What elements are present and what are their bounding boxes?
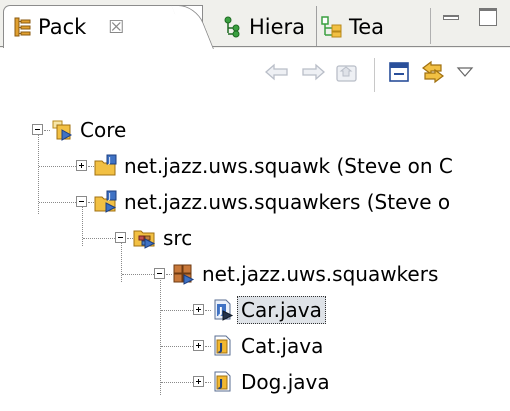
svg-text:J: J	[218, 306, 223, 317]
tree-item-label: Car.java	[237, 296, 326, 324]
collapse-toggle[interactable]	[154, 268, 165, 279]
tab-package-explorer-label: Pack	[38, 15, 87, 39]
tab-package-explorer[interactable]: Pack ☒	[3, 5, 203, 48]
package-explorer-icon	[14, 17, 32, 37]
tab-divider	[430, 8, 431, 44]
tree-item-java-file[interactable]: J Cat.java	[0, 328, 510, 364]
collapse-toggle[interactable]	[32, 124, 43, 135]
package-tree: Core J net.jazz.uws.squawk (Steve on C J…	[0, 104, 510, 411]
view-tab-strip: Pack ☒ Hiera Tea	[0, 0, 510, 48]
forward-arrow-icon	[300, 63, 326, 85]
tree-item-package[interactable]: net.jazz.uws.squawkers	[0, 256, 510, 292]
collapse-all-icon	[387, 60, 411, 88]
tree-item-project[interactable]: J net.jazz.uws.squawk (Steve on C	[0, 148, 510, 184]
up-button[interactable]	[332, 60, 362, 88]
tree-item-label: net.jazz.uws.squawkers (Steve o	[124, 190, 451, 214]
java-file-icon: J	[211, 298, 235, 322]
collapse-toggle[interactable]	[115, 232, 126, 243]
up-folder-icon	[335, 61, 359, 87]
collapse-toggle[interactable]	[76, 196, 87, 207]
svg-text:J: J	[108, 156, 111, 165]
chevron-down-icon	[456, 65, 474, 84]
expand-toggle[interactable]	[193, 376, 204, 387]
expand-toggle[interactable]	[193, 340, 204, 351]
tree-item-label: Core	[80, 118, 127, 142]
tree-item-label: Dog.java	[241, 370, 330, 394]
forward-button[interactable]	[298, 60, 328, 88]
toolbar-separator	[374, 58, 375, 92]
tree-item-java-file[interactable]: J Dog.java	[0, 364, 510, 400]
collapse-all-button[interactable]	[384, 60, 414, 88]
close-icon[interactable]: ☒	[108, 17, 124, 38]
shared-project-icon: J	[94, 154, 118, 178]
view-menu-button[interactable]	[452, 60, 478, 88]
java-file-icon: J	[211, 334, 235, 358]
tab-team-label: Tea	[349, 14, 385, 39]
package-icon	[172, 262, 196, 286]
tree-item-core[interactable]: Core	[0, 112, 510, 148]
tree-item-label: net.jazz.uws.squawk (Steve on C	[124, 154, 453, 178]
hierarchy-icon	[223, 16, 243, 38]
shared-project-icon: J	[94, 190, 118, 214]
minimize-button[interactable]	[443, 15, 459, 20]
team-icon	[321, 15, 343, 38]
back-button[interactable]	[262, 60, 292, 88]
back-arrow-icon	[264, 63, 290, 85]
tree-item-label: Cat.java	[241, 334, 324, 358]
tab-team[interactable]: Tea	[316, 6, 416, 47]
tree-item-source-folder[interactable]: src	[0, 220, 510, 256]
link-with-editor-button[interactable]	[418, 60, 448, 88]
tab-hierarchy-label: Hiera	[249, 14, 306, 39]
svg-text:J: J	[108, 192, 111, 201]
tree-item-label: src	[163, 226, 193, 250]
tree-item-project[interactable]: J net.jazz.uws.squawkers (Steve o	[0, 184, 510, 220]
expand-toggle[interactable]	[76, 160, 87, 171]
svg-text:J: J	[218, 377, 223, 390]
expand-toggle[interactable]	[193, 304, 204, 315]
package-explorer-view: Pack ☒ Hiera Tea Core J net.jazz.uws.squ…	[0, 0, 510, 411]
source-folder-icon	[133, 226, 157, 250]
link-with-editor-icon	[420, 59, 446, 89]
tree-item-java-file[interactable]: J Car.java	[0, 292, 510, 328]
maximize-button[interactable]	[479, 8, 497, 26]
working-set-icon	[50, 118, 74, 142]
tree-item-label: net.jazz.uws.squawkers	[202, 262, 439, 286]
java-file-icon: J	[211, 370, 235, 394]
view-toolbar	[0, 48, 510, 104]
tab-hierarchy[interactable]: Hiera	[215, 6, 313, 47]
svg-text:J: J	[218, 341, 223, 354]
